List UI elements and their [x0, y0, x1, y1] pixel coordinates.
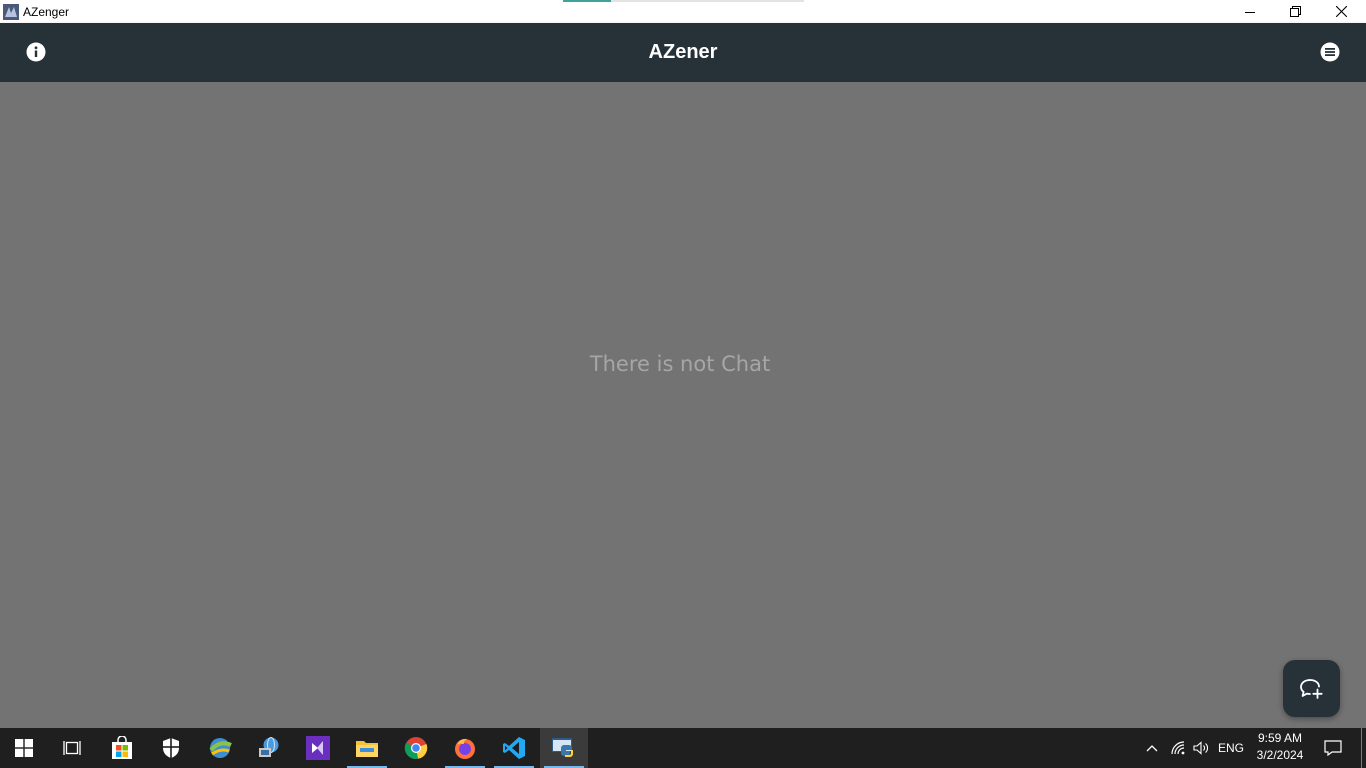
show-hidden-icons-button[interactable]	[1142, 728, 1162, 768]
globe-app-icon	[259, 737, 279, 757]
taskbar-network-app[interactable]	[245, 728, 293, 768]
taskbar-visual-studio[interactable]	[294, 728, 342, 768]
taskbar-python[interactable]	[540, 728, 588, 768]
notification-icon	[1324, 740, 1342, 756]
window-title: AZenger	[23, 4, 70, 19]
volume-tray-button[interactable]	[1190, 728, 1212, 768]
taskbar-file-explorer[interactable]	[343, 728, 391, 768]
action-center-button[interactable]	[1318, 728, 1348, 768]
clock-date: 3/2/2024	[1256, 748, 1304, 762]
taskbar-store[interactable]	[98, 728, 146, 768]
loading-indicator	[563, 0, 804, 2]
new-chat-button[interactable]	[1283, 660, 1340, 717]
minimize-button[interactable]	[1227, 0, 1273, 23]
menu-button[interactable]	[1319, 41, 1341, 63]
vscode-icon	[503, 737, 525, 759]
clock[interactable]: 9:59 AM 3/2/2024	[1252, 730, 1308, 766]
close-button[interactable]	[1318, 0, 1364, 23]
language-indicator[interactable]: ENG	[1214, 728, 1248, 768]
chrome-icon	[404, 737, 428, 760]
info-button[interactable]	[25, 41, 47, 63]
app-bar: AZener	[0, 23, 1366, 82]
chevron-up-icon	[1146, 745, 1158, 752]
restore-icon	[1289, 6, 1301, 17]
restore-button[interactable]	[1272, 0, 1318, 23]
taskbar-security[interactable]	[147, 728, 195, 768]
folder-icon	[356, 741, 378, 757]
new-chat-icon	[1299, 678, 1323, 699]
firefox-icon	[455, 738, 475, 759]
chat-area: There is not Chat	[0, 82, 1366, 728]
empty-chat-message: There is not Chat	[589, 352, 771, 376]
taskbar-firefox[interactable]	[441, 728, 489, 768]
window-titlebar: AZenger	[0, 0, 1366, 23]
windows-taskbar: ENG 9:59 AM 3/2/2024	[0, 728, 1366, 768]
show-desktop-button[interactable]	[1361, 728, 1362, 768]
app-icon	[3, 3, 19, 20]
network-tray-button[interactable]	[1168, 728, 1190, 768]
minimize-icon	[1245, 11, 1255, 13]
speaker-icon	[1193, 741, 1208, 755]
idm-icon	[209, 738, 232, 758]
python-icon	[552, 738, 573, 757]
app-title: AZener	[648, 41, 718, 63]
wifi-icon	[1171, 741, 1185, 755]
taskbar-vscode[interactable]	[490, 728, 538, 768]
visual-studio-icon	[306, 736, 330, 760]
close-icon	[1335, 6, 1347, 17]
clock-time: 9:59 AM	[1257, 731, 1303, 745]
task-view-icon	[63, 741, 81, 755]
windows-icon	[15, 739, 33, 757]
menu-icon	[1320, 42, 1340, 62]
task-view-button[interactable]	[48, 728, 96, 768]
store-icon	[112, 736, 132, 759]
start-button[interactable]	[0, 728, 48, 768]
taskbar-download-manager[interactable]	[196, 728, 244, 768]
taskbar-chrome[interactable]	[392, 728, 440, 768]
info-icon	[26, 42, 46, 62]
shield-icon	[163, 738, 179, 758]
